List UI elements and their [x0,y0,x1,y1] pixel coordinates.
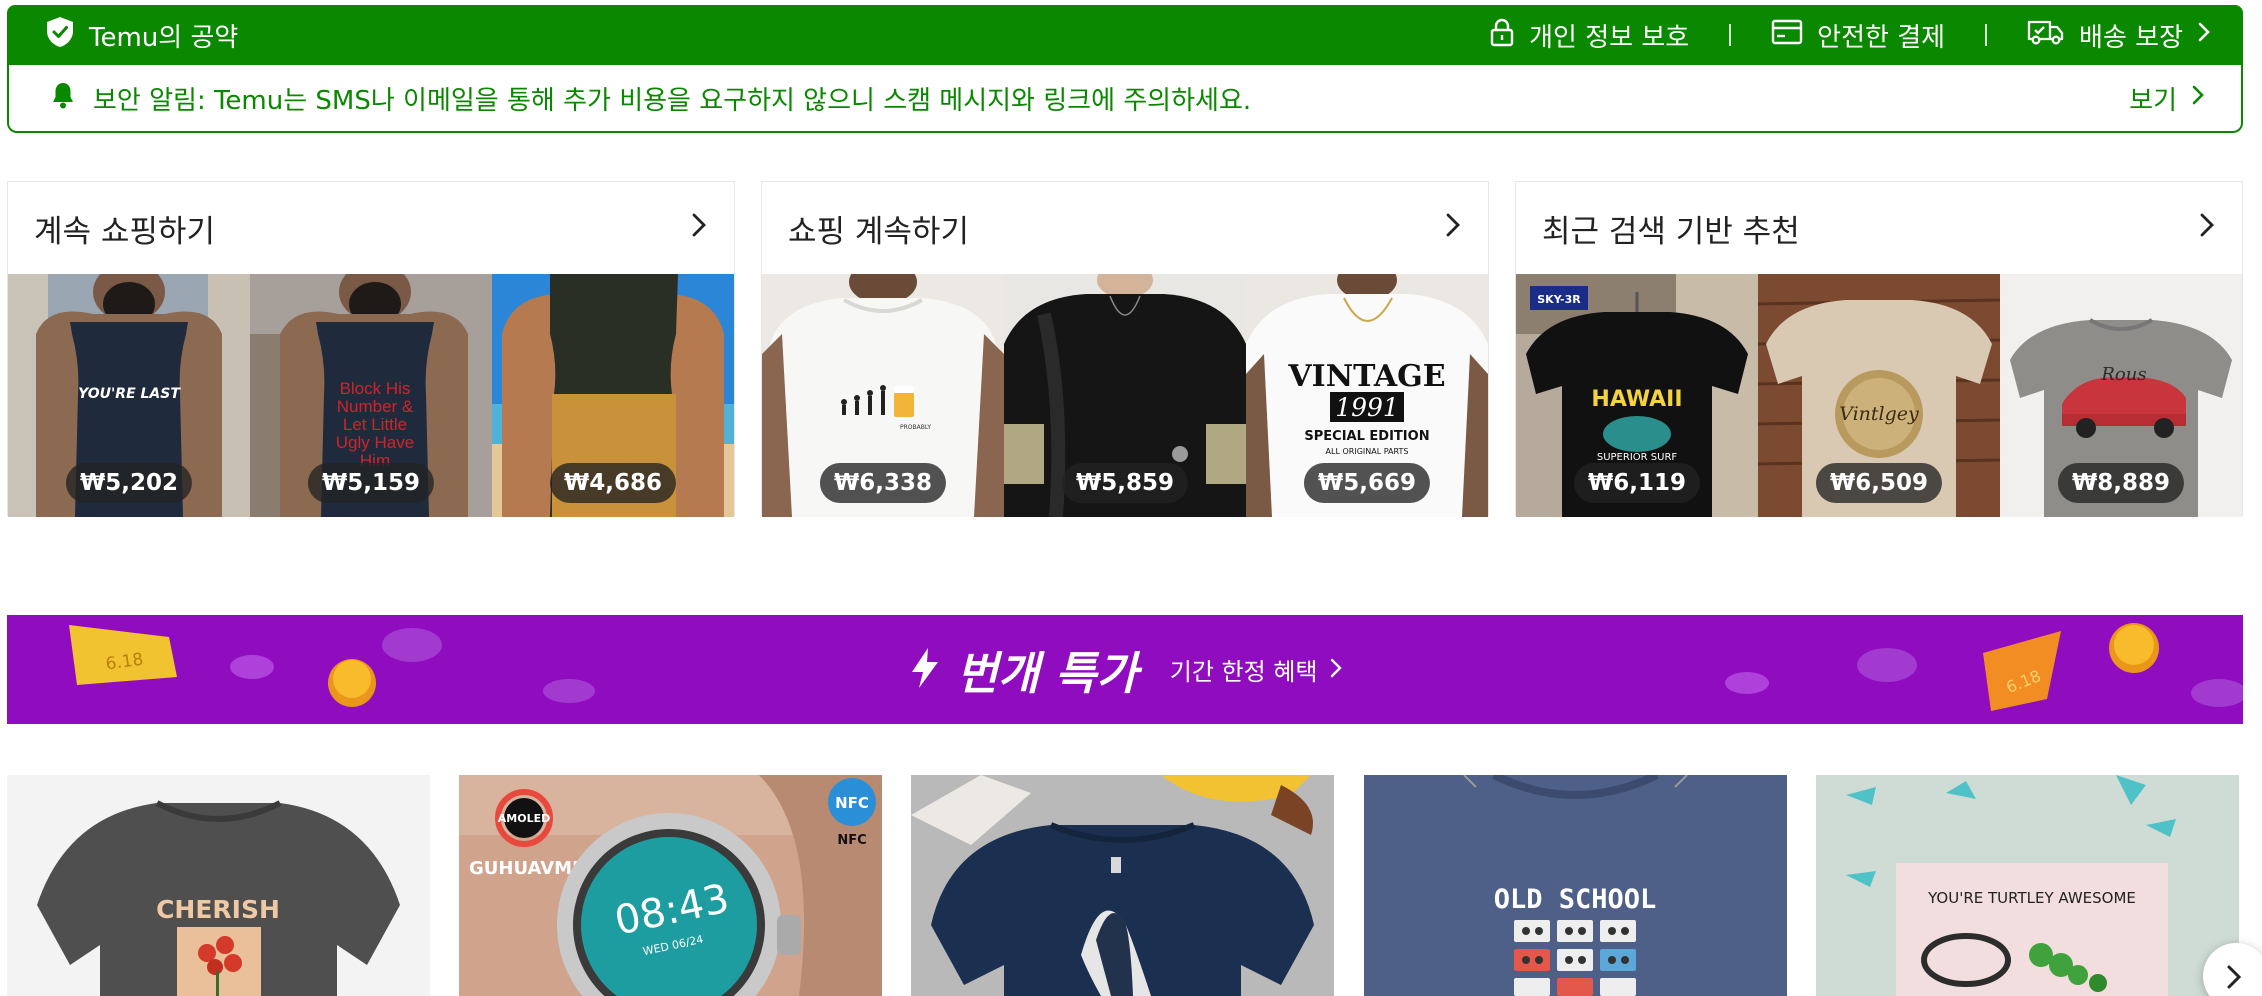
product-image [911,775,1334,996]
privacy-label: 개인 정보 보호 [1529,22,1690,53]
lock-icon [1489,17,1515,54]
shirt-print-text: OLD SCHOOL [1494,884,1657,915]
svg-text:Number &: Number & [337,397,414,416]
price-tag: ₩4,686 [549,463,677,503]
shirt-print-text: Vintlgey [1839,403,1919,425]
cassette-grid [1514,920,1636,996]
product-thumb[interactable]: Rous ₩8,889 [2000,274,2242,517]
card-header[interactable]: 최근 검색 기반 추천 [1516,182,2242,274]
card-icon [1771,19,1803,52]
shirt-print-text: VINTAGE [1287,359,1445,394]
product-card-turtle-card[interactable]: YOU'RE TURTLEY AWESOME [1816,775,2239,996]
svg-text:NFC: NFC [837,833,866,848]
promise-title-text: Temu의 공약 [89,22,239,53]
deals-subtitle: 기간 한정 혜택 [1169,658,1318,686]
truck-icon [2027,18,2065,53]
brand-tag-text: SKY-3R [1537,293,1581,306]
promise-bar: Temu의 공약 개인 정보 보호 안전한 결제 배송 보장 [7,5,2243,65]
svg-text:Rous: Rous [2100,364,2146,385]
product-thumb[interactable]: VINTAGE 1991 SPECIAL EDITION ALL ORIGINA… [1246,274,1488,517]
chevron-right-icon [2198,210,2216,246]
price-tag: ₩5,669 [1303,463,1431,503]
notice-view-label: 보기 [2129,85,2177,116]
deals-subtitle-link[interactable]: 기간 한정 혜택 [1170,652,1342,687]
product-image: YOU'RE TURTLEY AWESOME [1816,775,2239,996]
chevron-right-icon [1444,210,1462,246]
product-thumb[interactable]: Vintlgey ₩6,509 [1758,274,2000,517]
chevron-right-icon [2191,83,2205,113]
divider [1985,24,1988,46]
product-card-cherish-tshirt[interactable]: CHERISH [7,775,430,996]
product-card-old-school-tshirt[interactable]: OLD SCHOOL [1364,775,1787,996]
product-thumb[interactable]: Block His Number & Let Little Ugly Have … [250,274,492,517]
svg-text:Let Little: Let Little [343,415,407,434]
shirt-print-text: YOU'RE LAST [78,386,181,402]
card-header[interactable]: 쇼핑 계속하기 [762,182,1488,274]
card-title: 쇼핑 계속하기 [788,213,969,250]
product-card-smartwatch[interactable]: AMOLED GUHUAVMI NFC NFC 08:43 WED 06/24 [459,775,882,996]
shield-check-icon [45,16,75,55]
lightning-deals-banner[interactable]: 6.18 6.18 번개 특가 기간 한정 혜택 [7,615,2243,724]
chevron-right-icon [2197,20,2211,50]
secure-payment-link[interactable]: 안전한 결제 [1771,17,1945,54]
chevron-right-icon [2225,963,2243,995]
delivery-label: 배송 보장 [2079,22,2183,53]
svg-text:PROBABLY: PROBABLY [900,424,931,431]
product-thumb[interactable]: ₩5,859 [1004,274,1246,517]
product-thumb[interactable]: SKY-3R HAWAII SUPERIOR SURF ₩6,119 [1516,274,1758,517]
shirt-print-text: HAWAII [1591,387,1682,412]
card-header[interactable]: 계속 쇼핑하기 [8,182,734,274]
svg-text:SPECIAL EDITION: SPECIAL EDITION [1304,429,1429,444]
product-image: AMOLED GUHUAVMI NFC NFC 08:43 WED 06/24 [459,775,882,996]
notice-text: 보안 알림: Temu는 SMS나 이메일을 통해 추가 비용을 요구하지 않으… [93,85,1252,116]
product-thumb[interactable]: ₩4,686 [492,274,734,517]
card-title: 계속 쇼핑하기 [34,213,215,250]
chevron-right-icon [690,210,708,246]
svg-text:ALL ORIGINAL PARTS: ALL ORIGINAL PARTS [1326,447,1409,456]
price-tag: ₩8,889 [2057,463,2185,503]
shopping-continue-card[interactable]: 쇼핑 계속하기 PROBABLY ₩6,338 ₩5,859 VINTAGE 1… [761,181,1489,517]
price-tag: ₩6,509 [1815,463,1943,503]
promise-section: Temu의 공약 개인 정보 보호 안전한 결제 배송 보장 보안 알림: Te… [7,5,2243,133]
continue-shopping-card[interactable]: 계속 쇼핑하기 YOU'RE LAST ₩5,202 Block His Num… [7,181,735,517]
card-title: 최근 검색 기반 추천 [1542,213,1800,250]
svg-text:SUPERIOR SURF: SUPERIOR SURF [1597,452,1678,463]
product-thumb[interactable]: PROBABLY ₩6,338 [762,274,1004,517]
divider [1729,24,1732,46]
price-tag: ₩5,159 [307,463,435,503]
brand-text: GUHUAVMI [469,858,579,879]
promise-title[interactable]: Temu의 공약 [45,16,238,55]
nfc-badge-text: NFC [835,794,869,812]
lightning-icon [908,646,942,694]
shirt-print-text: Block His [340,379,411,398]
price-tag: ₩6,338 [819,463,947,503]
price-tag: ₩6,119 [1573,463,1701,503]
price-tag: ₩5,859 [1061,463,1189,503]
price-tag: ₩5,202 [65,463,193,503]
amoled-badge-text: AMOLED [498,812,550,825]
privacy-link[interactable]: 개인 정보 보호 [1489,17,1689,54]
deals-title: 번개 특가 [956,647,1138,700]
product-image: CHERISH [7,775,430,996]
delivery-guarantee-link[interactable]: 배송 보장 [2027,17,2211,54]
security-notice: 보안 알림: Temu는 SMS나 이메일을 통해 추가 비용을 요구하지 않으… [7,65,2243,133]
chevron-right-icon [1330,656,1342,684]
bell-icon [51,81,75,116]
product-thumb[interactable]: YOU'RE LAST ₩5,202 [8,274,250,517]
product-image: OLD SCHOOL [1364,775,1787,996]
svg-text:1991: 1991 [1335,393,1399,422]
shirt-print-text: CHERISH [156,895,280,924]
recent-search-recommendations-card[interactable]: 최근 검색 기반 추천 SKY-3R HAWAII SUPERIOR SURF … [1515,181,2243,517]
notice-view-link[interactable]: 보기 [2129,80,2205,117]
card-print-text: YOU'RE TURTLEY AWESOME [1927,889,2136,907]
payment-label: 안전한 결제 [1817,22,1946,53]
product-card-whale-tshirt[interactable] [911,775,1334,996]
svg-text:Ugly Have: Ugly Have [336,433,414,452]
